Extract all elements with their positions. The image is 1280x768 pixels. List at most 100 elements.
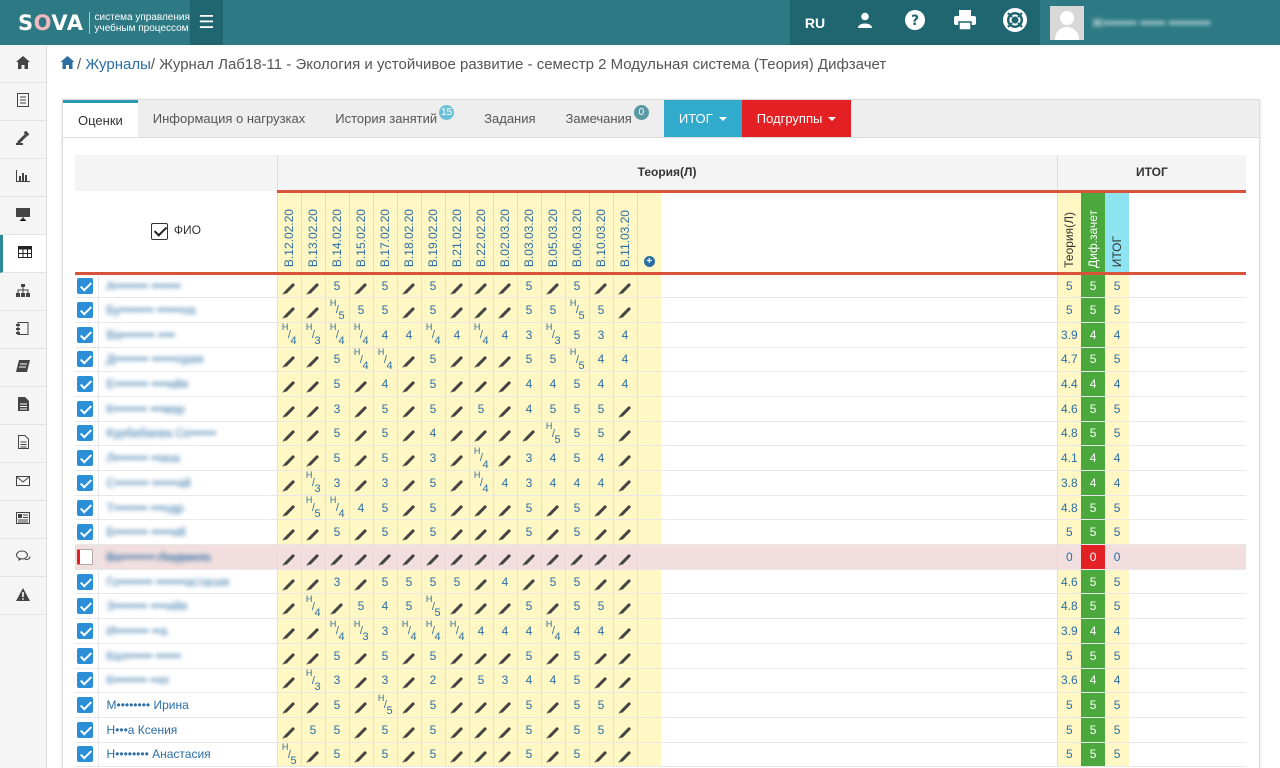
- sidebar-item-messages[interactable]: [0, 463, 46, 501]
- grade-cell[interactable]: [348, 519, 373, 546]
- grade-cell[interactable]: [396, 445, 421, 471]
- student-name-link[interactable]: А•••••••• •••••••: [107, 279, 181, 293]
- grade-cell[interactable]: 4: [516, 396, 541, 422]
- date-label[interactable]: В.06.03.20: [570, 209, 584, 267]
- grade-cell[interactable]: 5: [324, 717, 349, 743]
- student-checkbox[interactable]: [77, 277, 93, 294]
- student-checkbox[interactable]: [77, 524, 93, 541]
- grade-cell[interactable]: 4: [372, 371, 397, 397]
- grade-cell[interactable]: 5: [324, 742, 349, 768]
- grade-cell[interactable]: [300, 273, 325, 299]
- grade-cell[interactable]: H/3: [300, 668, 325, 694]
- grade-cell[interactable]: [444, 495, 469, 521]
- grade-cell[interactable]: [540, 544, 565, 570]
- grade-cell[interactable]: H/4: [324, 495, 349, 521]
- grade-cell[interactable]: [348, 668, 373, 694]
- sidebar-item-home[interactable]: [0, 45, 46, 83]
- sidebar-item-warnings[interactable]: [0, 577, 46, 615]
- grade-cell[interactable]: 5: [564, 717, 589, 743]
- grade-cell[interactable]: 4: [492, 322, 517, 348]
- student-checkbox[interactable]: [77, 302, 93, 319]
- grade-cell[interactable]: [348, 445, 373, 471]
- itog-dropdown-button[interactable]: ИТОГ: [663, 100, 742, 137]
- student-name-link[interactable]: Го•••••••• •••••••астасия: [107, 575, 230, 589]
- grade-cell[interactable]: 5: [324, 371, 349, 397]
- grade-cell[interactable]: [348, 371, 373, 397]
- grade-cell[interactable]: [492, 692, 517, 718]
- grade-cell[interactable]: [492, 717, 517, 743]
- grade-cell[interactable]: H/4: [420, 619, 445, 644]
- grade-cell[interactable]: 3: [516, 322, 541, 348]
- date-column-header[interactable]: В.03.03.20: [516, 189, 541, 275]
- grade-cell[interactable]: [276, 717, 301, 743]
- grade-cell[interactable]: 5: [372, 445, 397, 471]
- tab-load-info[interactable]: Информация о нагрузках: [138, 100, 320, 137]
- grade-cell[interactable]: [276, 371, 301, 397]
- grade-cell[interactable]: 5: [588, 421, 613, 447]
- grade-cell[interactable]: [468, 593, 493, 620]
- grade-cell[interactable]: [444, 519, 469, 546]
- grade-cell[interactable]: 4: [348, 495, 373, 521]
- grade-cell[interactable]: 5: [420, 396, 445, 422]
- grade-cell[interactable]: [300, 742, 325, 768]
- grade-cell[interactable]: 4: [564, 618, 589, 644]
- grade-cell[interactable]: [612, 544, 637, 570]
- grade-cell[interactable]: [468, 717, 493, 743]
- grade-cell[interactable]: H/5: [372, 693, 397, 718]
- grade-cell[interactable]: [612, 668, 637, 694]
- subgroups-dropdown-button[interactable]: Подгруппы: [741, 100, 852, 137]
- student-name-link[interactable]: И•••••••• ••а: [107, 624, 168, 638]
- grade-cell[interactable]: [540, 742, 565, 768]
- grade-cell[interactable]: [444, 421, 469, 447]
- grade-cell[interactable]: 3: [324, 668, 349, 694]
- grade-cell[interactable]: 5: [372, 569, 397, 595]
- profile-button[interactable]: [840, 0, 890, 45]
- grade-cell[interactable]: 5: [420, 643, 445, 669]
- user-menu[interactable]: Ж•••••••• •••••• ••••••••••: [1040, 0, 1280, 45]
- student-checkbox[interactable]: [77, 548, 93, 565]
- student-checkbox[interactable]: [77, 499, 93, 516]
- grade-cell[interactable]: [468, 495, 493, 521]
- student-checkbox[interactable]: [77, 672, 93, 689]
- student-checkbox[interactable]: [77, 622, 93, 639]
- grade-cell[interactable]: [468, 519, 493, 546]
- grade-cell[interactable]: [468, 544, 493, 570]
- grade-cell[interactable]: 4: [372, 322, 397, 348]
- dif-zachet-value[interactable]: 5: [1081, 569, 1106, 595]
- grade-cell[interactable]: [492, 593, 517, 620]
- grade-cell[interactable]: 5: [588, 297, 613, 323]
- add-lesson-button[interactable]: +: [636, 189, 661, 275]
- student-name-link[interactable]: Н•••а Ксения: [107, 723, 178, 737]
- grade-cell[interactable]: [444, 371, 469, 397]
- student-name-link[interactable]: С•••••••• ••••••ай: [107, 476, 191, 490]
- date-column-header[interactable]: В.14.02.20: [324, 189, 349, 275]
- grade-cell[interactable]: [588, 519, 613, 546]
- grade-cell[interactable]: [444, 445, 469, 471]
- sidebar-item-journal[interactable]: [0, 83, 46, 121]
- grade-cell[interactable]: H/3: [300, 470, 325, 496]
- student-name-link[interactable]: Л•••••••• ••ина: [107, 451, 180, 465]
- date-label[interactable]: В.05.03.20: [546, 209, 560, 267]
- grade-cell[interactable]: 5: [420, 371, 445, 397]
- grade-cell[interactable]: [612, 717, 637, 743]
- date-column-header[interactable]: В.02.03.20: [492, 189, 517, 275]
- grade-cell[interactable]: 5: [564, 371, 589, 397]
- grade-cell[interactable]: [540, 593, 565, 620]
- grade-cell[interactable]: [396, 495, 421, 521]
- grade-cell[interactable]: [396, 544, 421, 570]
- grade-cell[interactable]: 5: [324, 445, 349, 471]
- grade-cell[interactable]: 5: [324, 692, 349, 718]
- grade-cell[interactable]: [396, 273, 421, 299]
- grade-cell[interactable]: [276, 421, 301, 447]
- grade-cell[interactable]: [348, 470, 373, 496]
- grade-cell[interactable]: 5: [324, 643, 349, 669]
- grade-cell[interactable]: [540, 692, 565, 718]
- grade-cell[interactable]: 5: [516, 297, 541, 323]
- student-name-link[interactable]: Бу•••••••• ••••••на: [107, 303, 196, 317]
- grade-cell[interactable]: [444, 643, 469, 669]
- grade-cell[interactable]: [276, 618, 301, 644]
- dif-zachet-value[interactable]: 4: [1081, 668, 1106, 694]
- date-column-header[interactable]: В.19.02.20: [420, 189, 445, 275]
- sidebar-item-lessons[interactable]: [0, 197, 46, 235]
- grade-cell[interactable]: 4: [372, 593, 397, 620]
